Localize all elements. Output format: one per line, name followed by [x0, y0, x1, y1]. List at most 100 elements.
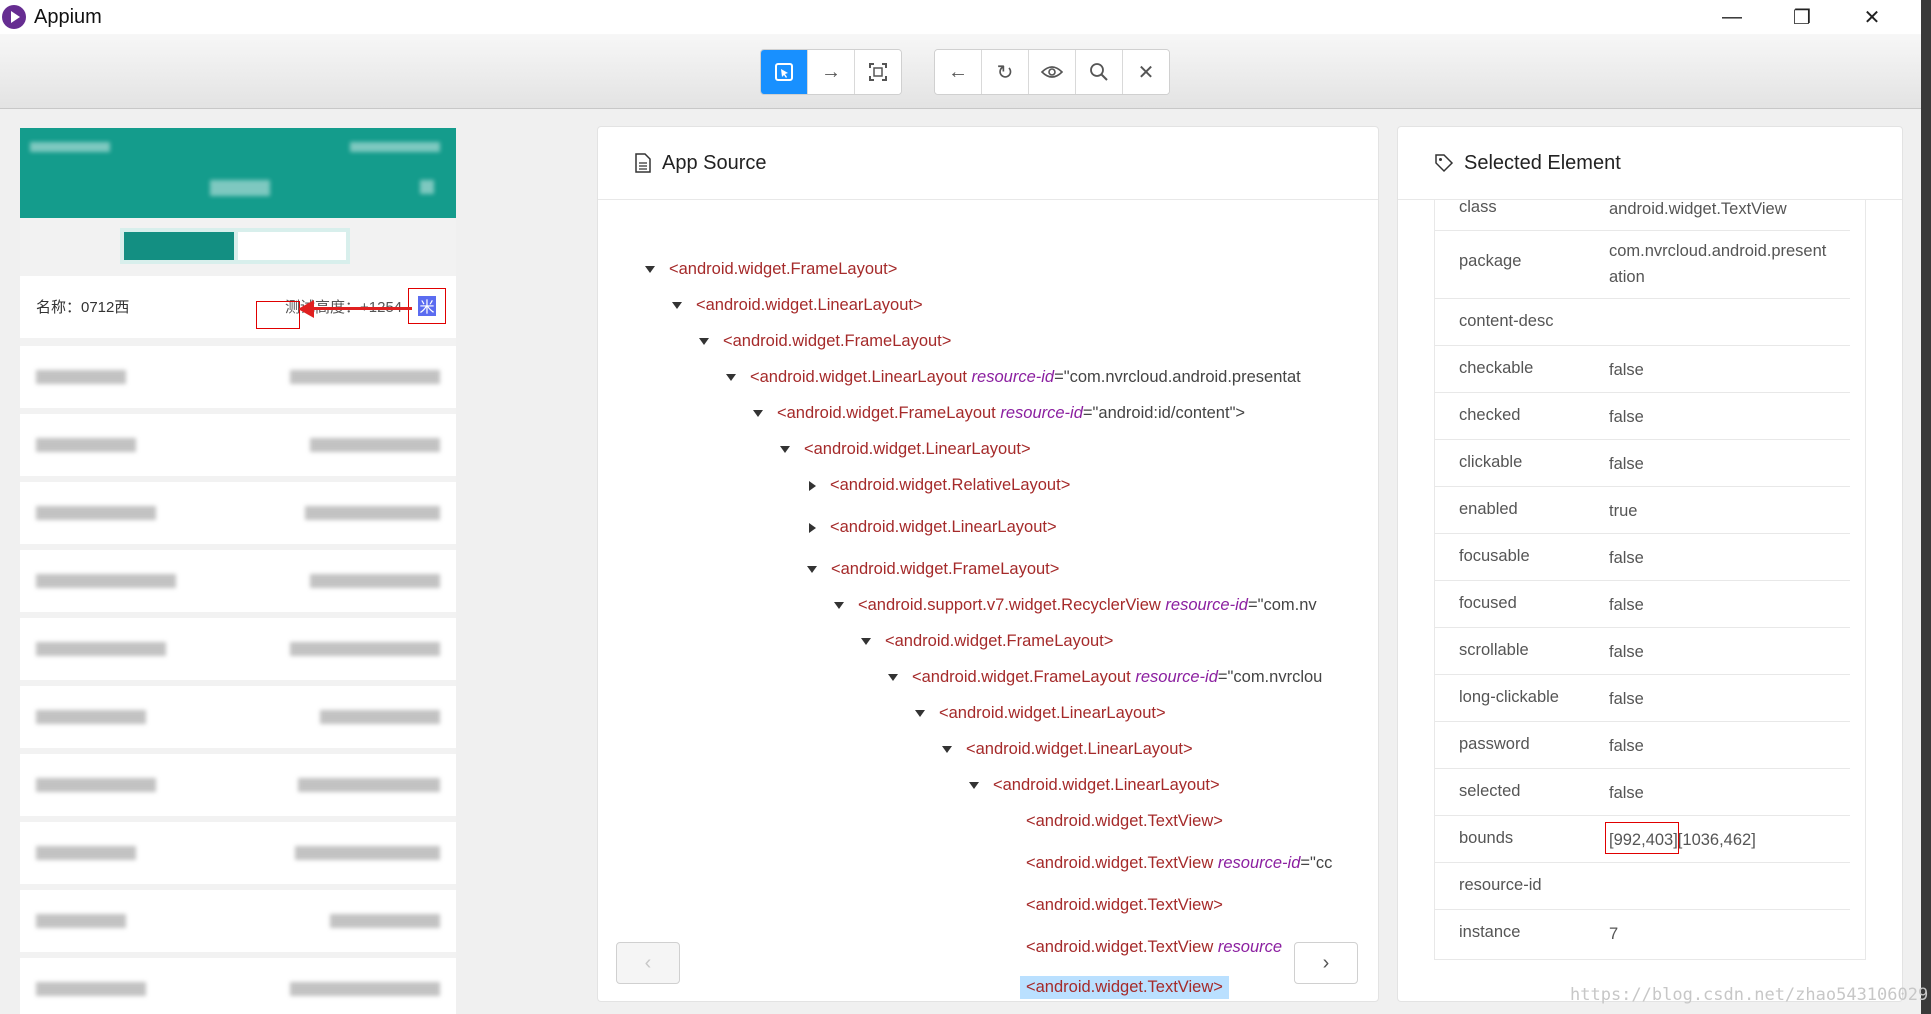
tag-icon [1435, 154, 1454, 173]
annotation-arrow-line [312, 307, 412, 310]
tree-node[interactable]: <android.support.v7.widget.RecyclerView … [834, 596, 1317, 615]
caret-down-icon [834, 602, 844, 610]
list-item[interactable] [20, 414, 456, 476]
tree-node[interactable]: <android.widget.FrameLayout> [645, 260, 897, 279]
tree-node[interactable]: <android.widget.FrameLayout> [861, 632, 1113, 651]
back-button[interactable]: ← [935, 50, 982, 94]
caret-down-icon [888, 674, 898, 682]
blurred-header-title [210, 180, 270, 196]
document-icon [635, 153, 651, 173]
inspector-toolbar: → ← ↻ ✕ [0, 34, 1921, 109]
select-elements-button[interactable] [761, 50, 808, 94]
restore-button[interactable]: ❐ [1767, 0, 1837, 34]
tree-node[interactable]: <android.widget.LinearLayout> [672, 296, 923, 315]
blurred-header-icon [420, 180, 434, 194]
list-item[interactable] [20, 822, 456, 884]
select-icon [775, 63, 793, 81]
device-screenshot[interactable]: 名称：0712西 测试高度：+1254 米 [20, 128, 456, 1014]
tree-node[interactable]: <android.widget.RelativeLayout> [809, 476, 1070, 495]
list-item[interactable] [20, 686, 456, 748]
attr-row: focused false [1435, 580, 1850, 628]
app-title: Appium [34, 5, 102, 28]
refresh-button[interactable]: ↻ [982, 50, 1029, 94]
tree-node[interactable]: <android.widget.FrameLayout> [807, 560, 1059, 579]
list-item[interactable] [20, 482, 456, 544]
tree-node[interactable]: <android.widget.TextView> [1026, 896, 1223, 915]
window-controls: — ❐ ✕ [1697, 0, 1907, 34]
quit-session-button[interactable]: ✕ [1123, 50, 1169, 94]
attr-row: content-desc [1435, 298, 1850, 346]
appium-logo-icon [2, 5, 26, 29]
tree-node[interactable]: <android.widget.LinearLayout> [780, 440, 1031, 459]
tree-node[interactable]: <android.widget.LinearLayout resource-id… [726, 368, 1301, 387]
attr-row-bounds: bounds [992,403][1036,462] [1435, 815, 1850, 863]
search-icon [1090, 63, 1108, 81]
selection-highlight-box [408, 288, 446, 324]
tab-inactive[interactable] [238, 232, 346, 260]
title-bar: Appium — ❐ ✕ [0, 0, 1921, 34]
caret-down-icon [645, 266, 655, 274]
tree-node[interactable]: <android.widget.TextView resource-id="cc [1026, 854, 1332, 873]
list-item[interactable] [20, 754, 456, 816]
app-header [20, 128, 456, 218]
attr-row: clickable false [1435, 439, 1850, 487]
list-item[interactable] [20, 958, 456, 1014]
show-hide-button[interactable] [1029, 50, 1076, 94]
attr-row: selected false [1435, 768, 1850, 816]
list-item[interactable] [20, 550, 456, 612]
window-edge [1921, 0, 1931, 1014]
app-source-title: App Source [662, 151, 767, 174]
tree-node-selected[interactable]: <android.widget.TextView> [1020, 976, 1229, 999]
prev-page-button[interactable]: ‹ [616, 942, 680, 984]
tree-node[interactable]: <android.widget.LinearLayout> [915, 704, 1166, 723]
attr-row: password false [1435, 721, 1850, 769]
caret-right-icon [809, 522, 816, 533]
attr-row: checked false [1435, 392, 1850, 440]
tab-active[interactable] [124, 232, 234, 260]
minimize-button[interactable]: — [1697, 0, 1767, 34]
caret-down-icon [672, 302, 682, 310]
source-tree: <android.widget.FrameLayout> <android.wi… [597, 200, 1357, 1000]
attr-row: long-clickable false [1435, 674, 1850, 722]
tree-node[interactable]: <android.widget.LinearLayout> [809, 518, 1057, 537]
caret-down-icon [861, 638, 871, 646]
tree-node[interactable]: <android.widget.TextView resource [1026, 938, 1282, 957]
list-item[interactable] [20, 890, 456, 952]
device-name-label: 名称：0712西 [36, 299, 130, 316]
caret-down-icon [915, 710, 925, 718]
list-item[interactable] [20, 618, 456, 680]
tree-node[interactable]: <android.widget.FrameLayout resource-id=… [888, 668, 1322, 687]
watermark: https://blog.csdn.net/zhao543106029 [1570, 985, 1929, 1005]
tree-node[interactable]: <android.widget.FrameLayout> [699, 332, 951, 351]
interaction-mode-group: → [760, 49, 902, 95]
eye-icon [1041, 66, 1063, 78]
caret-down-icon [753, 410, 763, 418]
blurred-status-icons [350, 142, 440, 152]
caret-right-icon [809, 480, 816, 491]
attr-row: enabled true [1435, 486, 1850, 534]
session-actions-group: ← ↻ ✕ [934, 49, 1170, 95]
refresh-icon: ↻ [996, 61, 1014, 84]
tree-node[interactable]: <android.widget.FrameLayout resource-id=… [753, 404, 1245, 423]
tree-node[interactable]: <android.widget.TextView> [1026, 812, 1223, 831]
search-button[interactable] [1076, 50, 1123, 94]
close-window-button[interactable]: ✕ [1837, 0, 1907, 34]
attr-row: package com.nvrcloud.android.presentation [1435, 230, 1850, 299]
swipe-icon: → [821, 60, 841, 83]
tree-node[interactable]: <android.widget.LinearLayout> [942, 740, 1193, 759]
attr-row: resource-id [1435, 862, 1850, 910]
tree-node[interactable]: <android.widget.LinearLayout> [969, 776, 1220, 795]
swipe-mode-button[interactable]: → [808, 50, 855, 94]
attr-row: checkable false [1435, 345, 1850, 393]
annotation-box [256, 301, 300, 329]
list-item-selected-row[interactable]: 名称：0712西 测试高度：+1254 米 [20, 276, 456, 338]
tap-mode-button[interactable] [855, 50, 901, 94]
caret-down-icon [969, 782, 979, 790]
next-page-button[interactable]: › [1294, 942, 1358, 984]
list-item[interactable] [20, 346, 456, 408]
caret-down-icon [699, 338, 709, 346]
close-icon: ✕ [1137, 61, 1155, 84]
caret-down-icon [726, 374, 736, 382]
selected-element-title: Selected Element [1464, 151, 1621, 174]
tap-coordinates-icon [869, 63, 887, 81]
